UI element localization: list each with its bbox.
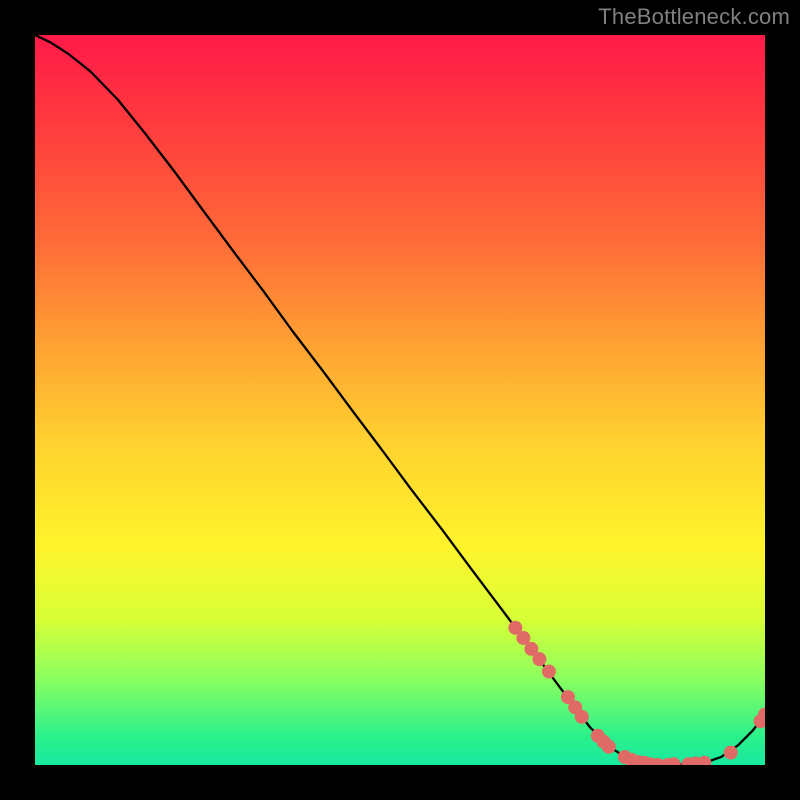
data-dot [697, 756, 711, 765]
plot-overlay [35, 35, 765, 765]
data-dot [602, 740, 616, 754]
plot-area [35, 35, 765, 765]
chart-container: TheBottleneck.com [0, 0, 800, 800]
data-dot [532, 652, 546, 666]
data-dot [575, 710, 589, 724]
data-dot [542, 665, 556, 679]
line-curve [35, 35, 765, 765]
data-dot [724, 746, 738, 760]
watermark-label: TheBottleneck.com [598, 4, 790, 30]
data-dots [508, 621, 765, 765]
